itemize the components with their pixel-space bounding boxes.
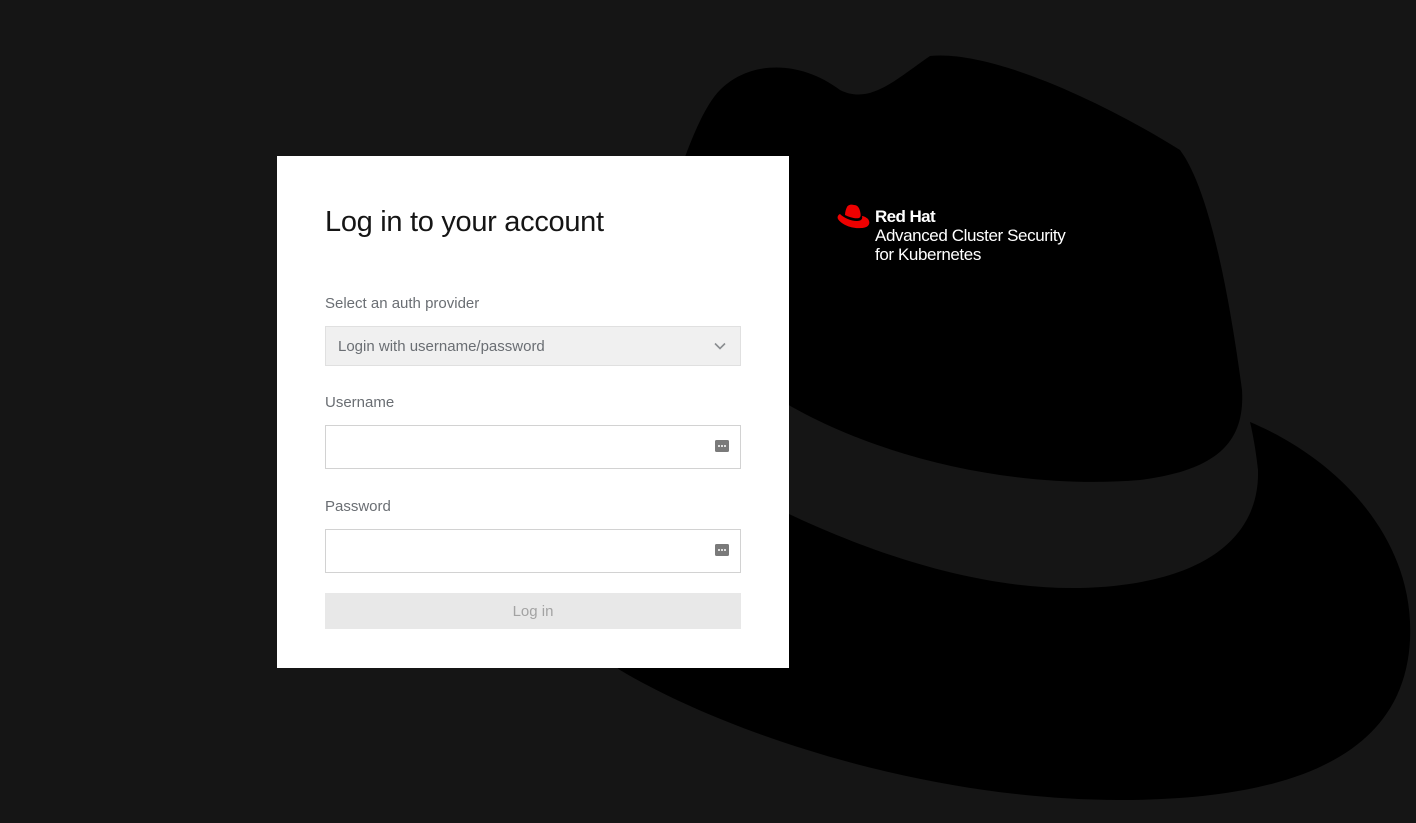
password-label: Password <box>325 498 391 515</box>
brand-logo-block: Red Hat Advanced Cluster Security for Ku… <box>837 204 1137 264</box>
brand-product-line1: Advanced Cluster Security <box>875 226 1066 245</box>
brand-company: Red Hat <box>875 207 936 226</box>
auth-provider-label: Select an auth provider <box>325 295 480 312</box>
login-card: Log in to your account Select an auth pr… <box>277 156 789 668</box>
auth-provider-select[interactable]: Login with username/password <box>325 326 741 366</box>
username-field-wrapper <box>325 425 741 469</box>
chevron-down-icon <box>712 338 728 354</box>
password-manager-icon[interactable] <box>715 439 729 453</box>
red-hat-fedora-icon <box>837 204 870 229</box>
auth-provider-selected-value: Login with username/password <box>338 337 545 355</box>
password-input[interactable] <box>326 530 740 572</box>
password-manager-icon[interactable] <box>715 543 729 557</box>
brand-product-line2: for Kubernetes <box>875 245 981 264</box>
login-button[interactable]: Log in <box>325 593 741 629</box>
username-input[interactable] <box>326 426 740 468</box>
page-title: Log in to your account <box>325 206 604 238</box>
password-field-wrapper <box>325 529 741 573</box>
login-page: Log in to your account Select an auth pr… <box>0 0 1416 823</box>
username-label: Username <box>325 394 395 411</box>
